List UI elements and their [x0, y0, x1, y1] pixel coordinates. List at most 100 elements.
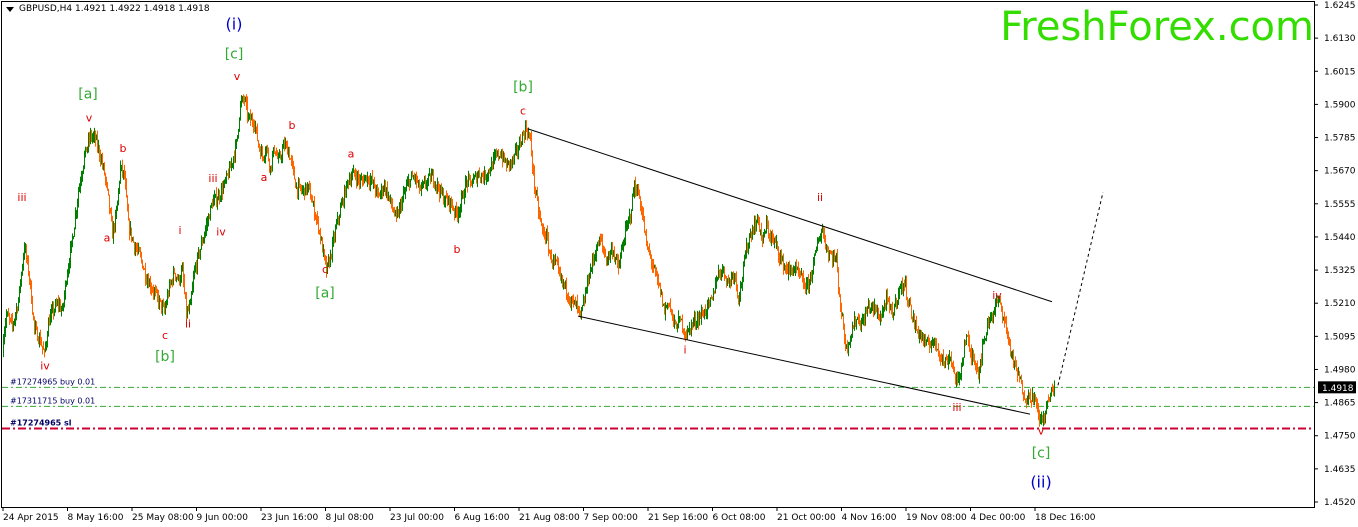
candle-body — [128, 210, 129, 221]
candle-body — [395, 211, 396, 215]
candle-body — [627, 223, 628, 226]
candle-body — [626, 225, 627, 228]
candle-body — [606, 256, 607, 264]
candle-body — [759, 219, 760, 230]
candle-body — [824, 233, 825, 242]
candle-body — [947, 359, 948, 365]
candle-body — [1017, 370, 1018, 375]
candle-body — [797, 267, 798, 269]
candle-body — [384, 183, 385, 190]
candle-body — [242, 97, 243, 101]
candle-body — [141, 254, 142, 260]
x-tick-label: 18 Dec 16:00 — [1035, 513, 1096, 523]
candle-body — [441, 186, 442, 193]
candle-body — [556, 260, 557, 262]
x-tick-label: 4 Nov 16:00 — [842, 513, 897, 523]
candle-body — [1026, 400, 1027, 404]
candle-body — [679, 316, 680, 318]
candle-body — [829, 252, 830, 256]
candle-body — [541, 219, 542, 225]
candle-body — [10, 318, 11, 320]
candle-body — [839, 287, 840, 297]
candle-body — [81, 177, 82, 183]
candle-body — [68, 267, 69, 275]
candle-body — [443, 192, 444, 203]
candle-body — [364, 178, 365, 184]
candle-body — [815, 249, 816, 256]
candle-body — [278, 157, 279, 159]
candle-body — [599, 238, 600, 247]
candle-body — [401, 202, 402, 208]
candle-body — [282, 148, 283, 158]
candle-body — [25, 247, 26, 249]
candle-body — [299, 183, 300, 185]
candle-body — [723, 266, 724, 269]
wave-label: iv — [40, 359, 50, 372]
candle-body — [772, 236, 773, 238]
candle-body — [659, 283, 660, 285]
candle-body — [281, 157, 282, 159]
candle-body — [241, 100, 242, 103]
candle-body — [344, 189, 345, 205]
candle-body — [410, 179, 411, 187]
candle-body — [1038, 409, 1039, 415]
candle-body — [635, 182, 636, 192]
candle-body — [494, 155, 495, 158]
candle-body — [625, 227, 626, 242]
candle-body — [966, 336, 967, 345]
candle-body — [351, 177, 352, 183]
candle-body — [595, 256, 596, 258]
candle-body — [304, 187, 305, 196]
candle-body — [442, 192, 443, 194]
candle-body — [601, 238, 602, 241]
candle-body — [259, 145, 260, 150]
candle-body — [504, 153, 505, 162]
candle-body — [457, 213, 458, 217]
candle-body — [742, 280, 743, 285]
candle-body — [660, 284, 661, 295]
candle-body — [836, 255, 837, 259]
candle-body — [823, 227, 824, 234]
candle-body — [868, 303, 869, 308]
candle-body — [517, 147, 518, 153]
candle-body — [757, 215, 758, 223]
candle-body — [217, 200, 218, 204]
y-tick-label: 1.6015 — [1324, 67, 1356, 77]
candle-body — [820, 236, 821, 241]
chart-menu-arrow-icon[interactable] — [6, 7, 14, 12]
candle-body — [402, 198, 403, 208]
candle-body — [568, 296, 569, 301]
candle-body — [322, 238, 323, 253]
candle-body — [235, 144, 236, 158]
candle-body — [337, 217, 338, 224]
candle-body — [97, 136, 98, 148]
candle-body — [501, 155, 502, 157]
candle-body — [771, 236, 772, 241]
candle-body — [737, 285, 738, 296]
candle-body — [163, 304, 164, 306]
candle-body — [685, 332, 686, 336]
candle-body — [120, 166, 121, 183]
price-chart[interactable]: #17274965 buy 0.01 #17311715 buy 0.01 #172… — [0, 0, 1358, 527]
candle-body — [315, 216, 316, 218]
candle-body — [502, 155, 503, 162]
candle-body — [810, 274, 811, 280]
candle-body — [24, 248, 25, 257]
candle-body — [651, 256, 652, 264]
candle-body — [748, 244, 749, 250]
candle-body — [936, 343, 937, 350]
candle-body — [307, 186, 308, 193]
candle-body — [733, 275, 734, 279]
candle-body — [811, 274, 812, 277]
candle-body — [275, 151, 276, 155]
candle-body — [778, 247, 779, 256]
candle-body — [871, 304, 872, 308]
candle-body — [995, 304, 996, 311]
candle-body — [216, 194, 217, 204]
candle-body — [432, 172, 433, 176]
candle-body — [753, 230, 754, 233]
candle-body — [872, 303, 873, 305]
candle-body — [908, 300, 909, 303]
candle-body — [290, 158, 291, 160]
candle-body — [27, 258, 28, 260]
